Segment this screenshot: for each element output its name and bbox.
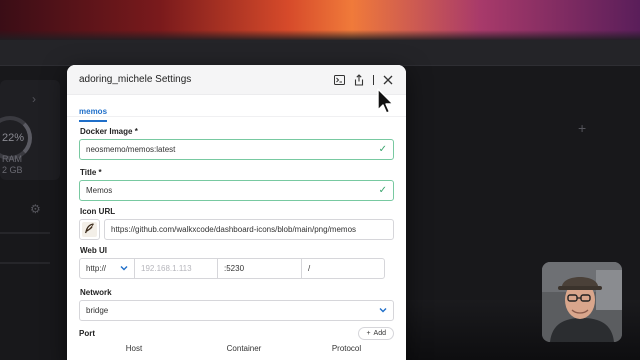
docker-image-input[interactable]: neosmemo/memos:latest ✓ [79,139,394,160]
browser-toolbar [0,40,640,66]
chevron-down-icon [379,306,387,315]
web-ui-path-input[interactable]: / [301,258,385,279]
plus-icon[interactable]: + [578,120,586,136]
network-value: bridge [86,306,109,315]
protocol-select[interactable]: http:// [79,258,135,279]
usage-percent: 22% [2,132,25,144]
header-divider [373,74,374,85]
dialog-header: adoring_michele Settings [67,65,406,95]
divider [0,232,50,234]
tab-memos[interactable]: memos [79,107,108,122]
column-protocol: Protocol [331,344,362,353]
share-icon[interactable] [353,73,365,86]
port-table-header: Host Container Protocol [79,344,394,353]
network-select[interactable]: bridge [79,300,394,321]
check-icon: ✓ [378,144,387,155]
docker-image-label: Docker Image * [80,127,138,136]
icon-url-value: https://github.com/walkxcode/dashboard-i… [111,225,357,234]
icon-url-label: Icon URL [80,207,116,216]
check-icon: ✓ [378,185,387,196]
chevron-down-icon [120,264,128,273]
settings-dialog: adoring_michele Settings memos Docker Im… [67,65,406,360]
close-icon[interactable] [382,74,394,86]
protocol-value: http:// [86,264,107,273]
dialog-title: adoring_michele Settings [79,74,192,85]
column-container: Container [226,344,262,353]
add-port-button[interactable]: + Add [358,327,394,340]
plus-icon: + [366,330,371,337]
title-label: Title * [80,168,102,177]
web-ui-label: Web UI [80,246,107,255]
chevron-right-icon[interactable]: › [32,92,36,106]
gear-icon[interactable]: ⚙ [30,202,41,216]
docker-image-value: neosmemo/memos:latest [86,145,176,154]
settings-form: Docker Image * neosmemo/memos:latest ✓ T… [67,117,406,353]
icon-url-input[interactable]: https://github.com/walkxcode/dashboard-i… [104,219,394,240]
terminal-icon[interactable] [333,74,345,86]
desktop-wallpaper [0,0,640,40]
web-ui-port-input[interactable]: :5230 [217,258,302,279]
ram-value: 2 GB [2,165,23,175]
mouse-cursor [376,88,396,116]
network-label: Network [80,288,112,297]
port-label: Port [79,329,95,338]
title-input[interactable]: Memos ✓ [79,180,394,201]
add-port-label: Add [373,330,386,337]
web-ui-row: http:// 192.168.1.113 :5230 / [79,258,394,279]
memos-feather-icon [84,221,95,239]
webcam-overlay [542,262,622,342]
tab-bar: memos [67,95,406,122]
web-ui-host-input[interactable]: 192.168.1.113 [134,258,218,279]
ram-label: RAM [2,154,22,164]
column-host: Host [125,344,143,353]
title-value: Memos [86,186,113,195]
divider [0,262,50,264]
icon-preview [79,219,100,240]
